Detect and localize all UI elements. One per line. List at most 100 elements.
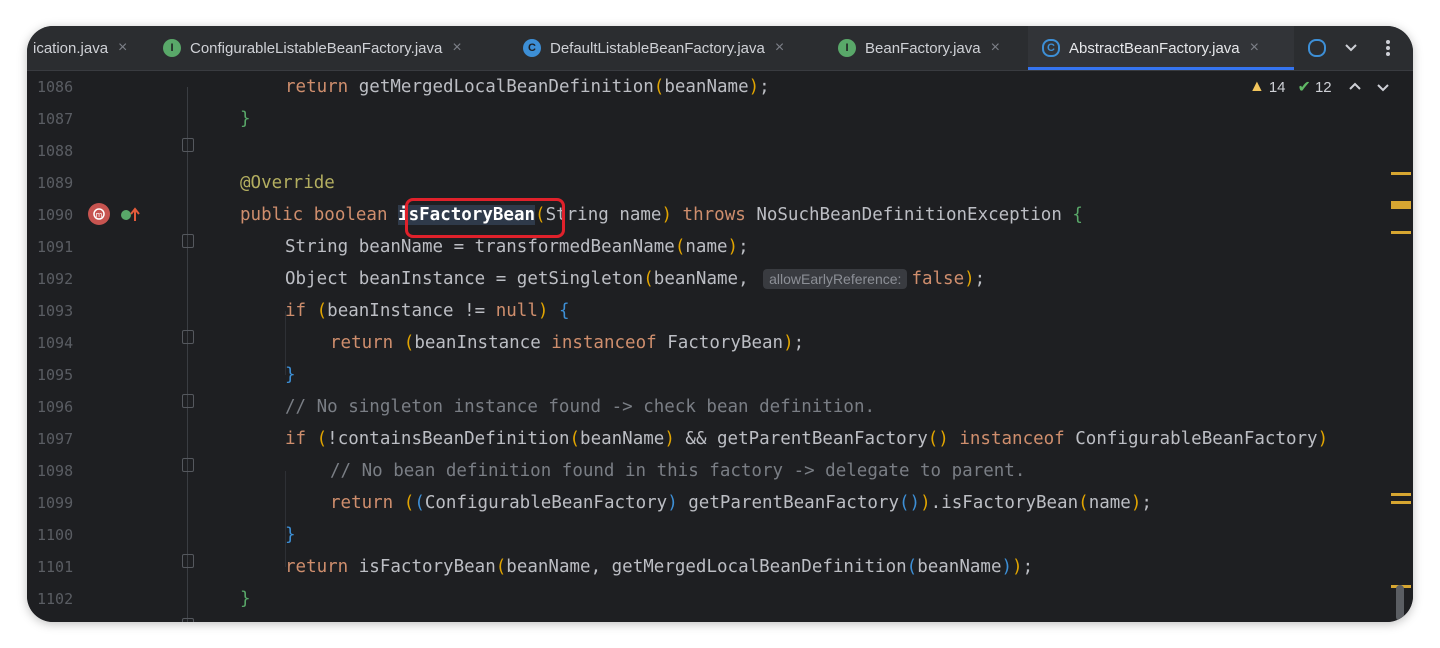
gutter-row[interactable]: 1098	[27, 455, 147, 487]
code-editor[interactable]: ▲ 14 ✔ 12 1086 1087 1088 1089 1090 1091 1092 10…	[27, 71, 1413, 622]
line-number: 1088	[37, 142, 74, 160]
tab-default-listable-bean-factory[interactable]: C DefaultListableBeanFactory.java ×	[523, 26, 784, 70]
fold-marker-icon[interactable]	[182, 458, 194, 472]
vertical-scrollbar[interactable]	[1396, 585, 1404, 621]
line-number: 1089	[37, 174, 74, 192]
gutter-row[interactable]: 1097	[27, 423, 147, 455]
code-line-1092[interactable]: Object beanInstance = getSingleton(beanN…	[285, 263, 985, 295]
previous-highlight-icon[interactable]	[1348, 80, 1362, 94]
fold-marker-icon[interactable]	[182, 330, 194, 344]
warning-count: 14	[1268, 78, 1286, 96]
tab-list-chevron-down-icon[interactable]	[1343, 26, 1359, 70]
next-highlight-icon[interactable]	[1376, 80, 1390, 94]
gutter-row[interactable]: 1100	[27, 519, 147, 551]
gutter-row[interactable]: 1099	[27, 487, 147, 519]
code-line-1098[interactable]: // No bean definition found in this fact…	[330, 455, 1025, 487]
scroll-marker[interactable]	[1391, 501, 1411, 504]
line-number: 1091	[37, 238, 74, 256]
line-number: 1094	[37, 334, 74, 352]
code-line-1095[interactable]: }	[285, 359, 296, 391]
fold-marker-icon[interactable]	[182, 394, 194, 408]
hidden-tab-icon[interactable]	[1308, 26, 1326, 70]
fold-marker-icon[interactable]	[182, 234, 194, 248]
inspection-widget[interactable]: ▲ 14 ✔ 12	[1249, 77, 1390, 97]
editor-tab-bar: ication.java × I ConfigurableListableBea…	[27, 26, 1413, 71]
line-number: 1087	[37, 110, 74, 128]
gutter-row[interactable]: 1089	[27, 167, 147, 199]
gutter-row[interactable]: 1087	[27, 103, 147, 135]
line-number: 1086	[37, 78, 74, 96]
line-number: 1090	[37, 206, 74, 224]
line-number: 1100	[37, 526, 74, 544]
tab-ication-java[interactable]: ication.java ×	[33, 26, 127, 70]
fold-guide	[187, 87, 188, 622]
gutter-row[interactable]: 1102	[27, 583, 147, 615]
line-number: 1095	[37, 366, 74, 384]
code-line-1090[interactable]: public boolean isFactoryBean(String name…	[240, 199, 1083, 231]
scroll-marker[interactable]	[1391, 172, 1411, 175]
tab-label: DefaultListableBeanFactory.java	[550, 39, 765, 57]
scroll-marker[interactable]	[1391, 231, 1411, 234]
more-actions-icon[interactable]	[1385, 26, 1391, 70]
tab-configurable-listable-bean-factory[interactable]: I ConfigurableListableBeanFactory.java ×	[163, 26, 462, 70]
gutter-row[interactable]: 1096	[27, 391, 147, 423]
close-icon[interactable]: ×	[452, 39, 461, 57]
tab-label: BeanFactory.java	[865, 39, 981, 57]
close-icon[interactable]: ×	[775, 39, 784, 57]
intention-bulb-icon[interactable]	[205, 620, 223, 622]
tab-bean-factory[interactable]: I BeanFactory.java ×	[838, 26, 1000, 70]
close-icon[interactable]: ×	[991, 39, 1000, 57]
gutter-row[interactable]: 1086	[27, 71, 147, 103]
tab-label: AbstractBeanFactory.java	[1069, 39, 1240, 57]
tab-abstract-bean-factory[interactable]: C AbstractBeanFactory.java ×	[1028, 26, 1294, 70]
scroll-marker[interactable]	[1391, 493, 1411, 496]
line-number: 1098	[37, 462, 74, 480]
abstract-class-icon	[1308, 39, 1326, 57]
code-line-1094[interactable]: return (beanInstance instanceof FactoryB…	[330, 327, 804, 359]
code-line-1102[interactable]: }	[240, 583, 251, 615]
ide-window: ication.java × I ConfigurableListableBea…	[27, 26, 1413, 622]
gutter-row[interactable]: 1092	[27, 263, 147, 295]
parameter-hint: allowEarlyReference:	[763, 269, 908, 289]
weak-warning-check-icon: ✔	[1297, 79, 1311, 96]
abstract-class-icon: C	[1042, 39, 1060, 57]
line-number: 1097	[37, 430, 74, 448]
scroll-marker[interactable]	[1391, 201, 1411, 209]
code-line-1093[interactable]: if (beanInstance != null) {	[285, 295, 570, 327]
fold-marker-icon[interactable]	[182, 618, 194, 622]
line-number: 1101	[37, 558, 74, 576]
close-icon[interactable]: ×	[1250, 39, 1259, 57]
code-line-1099[interactable]: return ((ConfigurableBeanFactory) getPar…	[330, 487, 1152, 519]
gutter-row[interactable]: 1094	[27, 327, 147, 359]
code-line-1100[interactable]: }	[285, 519, 296, 551]
gutter-row[interactable]: 1095	[27, 359, 147, 391]
fold-marker-icon[interactable]	[182, 554, 194, 568]
code-line-1096[interactable]: // No singleton instance found -> check …	[285, 391, 875, 423]
gutter-row[interactable]: 1088	[27, 135, 147, 167]
overrides-method-icon[interactable]: m	[88, 203, 110, 225]
gutter-row[interactable]: 1091	[27, 231, 147, 263]
weak-warning-count: 12	[1314, 78, 1332, 96]
code-line-1101[interactable]: return isFactoryBean(beanName, getMerged…	[285, 551, 1033, 583]
tab-label: ConfigurableListableBeanFactory.java	[190, 39, 443, 57]
line-number: 1093	[37, 302, 74, 320]
class-icon: C	[523, 39, 541, 57]
fold-marker-icon[interactable]	[182, 138, 194, 152]
code-line-1087[interactable]: }	[240, 103, 251, 135]
line-number: 1092	[37, 270, 74, 288]
line-number: 1096	[37, 398, 74, 416]
close-icon[interactable]: ×	[118, 39, 127, 57]
line-number: 1102	[37, 590, 74, 608]
interface-icon: I	[838, 39, 856, 57]
warning-icon: ▲	[1249, 78, 1265, 95]
implements-up-arrow-icon[interactable]	[120, 207, 140, 223]
code-line-1091[interactable]: String beanName = transformedBeanName(na…	[285, 231, 749, 263]
code-line-1086[interactable]: return getMergedLocalBeanDefinition(bean…	[285, 71, 770, 103]
code-line-1097[interactable]: if (!containsBeanDefinition(beanName) &&…	[285, 423, 1328, 455]
line-number: 1099	[37, 494, 74, 512]
gutter-row[interactable]: 1093	[27, 295, 147, 327]
tab-label: ication.java	[33, 39, 109, 57]
code-line-1089[interactable]: @Override	[240, 167, 335, 199]
gutter-row[interactable]: 1101	[27, 551, 147, 583]
svg-text:m: m	[96, 211, 103, 219]
